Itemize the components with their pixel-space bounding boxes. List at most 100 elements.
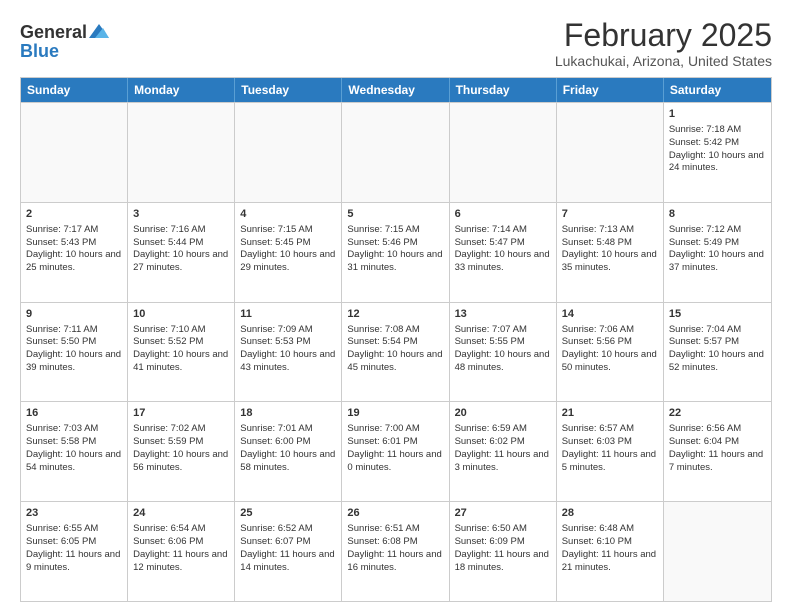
cal-day-empty: [450, 103, 557, 202]
day-info: Sunrise: 7:03 AM Sunset: 5:58 PM Dayligh…: [26, 423, 121, 472]
cal-day-21: 21 Sunrise: 6:57 AM Sunset: 6:03 PM Dayli…: [557, 402, 664, 501]
calendar-header: SundayMondayTuesdayWednesdayThursdayFrid…: [21, 78, 771, 102]
cal-day-empty: [342, 103, 449, 202]
cal-day-empty: [21, 103, 128, 202]
day-number: 22: [669, 406, 766, 421]
day-info: Sunrise: 7:10 AM Sunset: 5:52 PM Dayligh…: [133, 324, 228, 373]
day-info: Sunrise: 6:52 AM Sunset: 6:07 PM Dayligh…: [240, 523, 334, 572]
cal-day-25: 25 Sunrise: 6:52 AM Sunset: 6:07 PM Dayli…: [235, 502, 342, 601]
day-number: 13: [455, 307, 551, 322]
day-number: 7: [562, 207, 658, 222]
cal-day-1: 1Sunrise: 7:18 AM Sunset: 5:42 PM Daylig…: [664, 103, 771, 202]
cal-day-6: 6Sunrise: 7:14 AM Sunset: 5:47 PM Daylig…: [450, 203, 557, 302]
day-number: 3: [133, 207, 229, 222]
cal-day-5: 5Sunrise: 7:15 AM Sunset: 5:46 PM Daylig…: [342, 203, 449, 302]
cal-day-empty: [664, 502, 771, 601]
day-number: 10: [133, 307, 229, 322]
logo-blue: Blue: [20, 41, 59, 62]
cal-day-24: 24 Sunrise: 6:54 AM Sunset: 6:06 PM Dayli…: [128, 502, 235, 601]
day-number: 28: [562, 506, 658, 521]
day-info: Sunrise: 6:48 AM Sunset: 6:10 PM Dayligh…: [562, 523, 656, 572]
day-info: Sunrise: 7:01 AM Sunset: 6:00 PM Dayligh…: [240, 423, 335, 472]
cal-week-2: 2 Sunrise: 7:17 AM Sunset: 5:43 PM Daylig…: [21, 202, 771, 302]
day-info: Sunrise: 7:13 AM Sunset: 5:48 PM Dayligh…: [562, 224, 657, 273]
day-info: Sunrise: 7:00 AM Sunset: 6:01 PM Dayligh…: [347, 423, 441, 472]
cal-day-7: 7 Sunrise: 7:13 AM Sunset: 5:48 PM Daylig…: [557, 203, 664, 302]
day-number: 2: [26, 207, 122, 222]
cal-day-15: 15 Sunrise: 7:04 AM Sunset: 5:57 PM Dayli…: [664, 303, 771, 402]
day-info: Sunrise: 7:17 AM Sunset: 5:43 PM Dayligh…: [26, 224, 121, 273]
cal-day-9: 9 Sunrise: 7:11 AM Sunset: 5:50 PM Daylig…: [21, 303, 128, 402]
day-number: 14: [562, 307, 658, 322]
day-info: Sunrise: 7:07 AM Sunset: 5:55 PM Dayligh…: [455, 324, 550, 373]
day-number: 24: [133, 506, 229, 521]
day-number: 5: [347, 207, 443, 222]
title-block: February 2025 Lukachukai, Arizona, Unite…: [555, 18, 772, 69]
day-info: Sunrise: 6:54 AM Sunset: 6:06 PM Dayligh…: [133, 523, 227, 572]
day-number: 19: [347, 406, 443, 421]
day-info: Sunrise: 6:56 AM Sunset: 6:04 PM Dayligh…: [669, 423, 763, 472]
cal-day-8: 8 Sunrise: 7:12 AM Sunset: 5:49 PM Daylig…: [664, 203, 771, 302]
day-info: Sunrise: 6:50 AM Sunset: 6:09 PM Dayligh…: [455, 523, 549, 572]
day-info: Sunrise: 7:15 AM Sunset: 5:45 PM Dayligh…: [240, 224, 335, 273]
cal-header-thursday: Thursday: [450, 78, 557, 102]
cal-week-5: 23 Sunrise: 6:55 AM Sunset: 6:05 PM Dayli…: [21, 501, 771, 601]
day-info: Sunrise: 7:11 AM Sunset: 5:50 PM Dayligh…: [26, 324, 121, 373]
day-info: Sunrise: 7:02 AM Sunset: 5:59 PM Dayligh…: [133, 423, 228, 472]
day-number: 8: [669, 207, 766, 222]
cal-day-14: 14 Sunrise: 7:06 AM Sunset: 5:56 PM Dayli…: [557, 303, 664, 402]
day-info: Sunrise: 7:14 AM Sunset: 5:47 PM Dayligh…: [455, 224, 550, 273]
day-info: Sunrise: 7:06 AM Sunset: 5:56 PM Dayligh…: [562, 324, 657, 373]
cal-day-10: 10 Sunrise: 7:10 AM Sunset: 5:52 PM Dayli…: [128, 303, 235, 402]
day-number: 15: [669, 307, 766, 322]
cal-day-20: 20 Sunrise: 6:59 AM Sunset: 6:02 PM Dayli…: [450, 402, 557, 501]
cal-day-23: 23 Sunrise: 6:55 AM Sunset: 6:05 PM Dayli…: [21, 502, 128, 601]
cal-header-saturday: Saturday: [664, 78, 771, 102]
cal-header-wednesday: Wednesday: [342, 78, 449, 102]
day-info: Sunrise: 6:57 AM Sunset: 6:03 PM Dayligh…: [562, 423, 656, 472]
cal-week-3: 9 Sunrise: 7:11 AM Sunset: 5:50 PM Daylig…: [21, 302, 771, 402]
day-number: 9: [26, 307, 122, 322]
logo: General Blue: [20, 22, 109, 62]
day-info: Sunrise: 6:55 AM Sunset: 6:05 PM Dayligh…: [26, 523, 120, 572]
day-info: Sunrise: 6:59 AM Sunset: 6:02 PM Dayligh…: [455, 423, 549, 472]
cal-day-28: 28 Sunrise: 6:48 AM Sunset: 6:10 PM Dayli…: [557, 502, 664, 601]
day-info: Sunrise: 7:16 AM Sunset: 5:44 PM Dayligh…: [133, 224, 228, 273]
day-number: 27: [455, 506, 551, 521]
cal-header-tuesday: Tuesday: [235, 78, 342, 102]
logo-icon: [89, 24, 109, 40]
cal-day-27: 27 Sunrise: 6:50 AM Sunset: 6:09 PM Dayli…: [450, 502, 557, 601]
cal-week-1: 1Sunrise: 7:18 AM Sunset: 5:42 PM Daylig…: [21, 102, 771, 202]
cal-day-26: 26Sunrise: 6:51 AM Sunset: 6:08 PM Dayli…: [342, 502, 449, 601]
day-number: 23: [26, 506, 122, 521]
calendar: SundayMondayTuesdayWednesdayThursdayFrid…: [20, 77, 772, 602]
cal-day-11: 11 Sunrise: 7:09 AM Sunset: 5:53 PM Dayli…: [235, 303, 342, 402]
day-number: 20: [455, 406, 551, 421]
day-info: Sunrise: 7:04 AM Sunset: 5:57 PM Dayligh…: [669, 324, 764, 373]
day-number: 16: [26, 406, 122, 421]
cal-day-22: 22 Sunrise: 6:56 AM Sunset: 6:04 PM Dayli…: [664, 402, 771, 501]
day-info: Sunrise: 7:09 AM Sunset: 5:53 PM Dayligh…: [240, 324, 335, 373]
month-title: February 2025: [555, 18, 772, 53]
cal-day-empty: [128, 103, 235, 202]
cal-day-empty: [235, 103, 342, 202]
day-number: 11: [240, 307, 336, 322]
cal-day-3: 3 Sunrise: 7:16 AM Sunset: 5:44 PM Daylig…: [128, 203, 235, 302]
cal-day-18: 18 Sunrise: 7:01 AM Sunset: 6:00 PM Dayli…: [235, 402, 342, 501]
day-number: 21: [562, 406, 658, 421]
location-title: Lukachukai, Arizona, United States: [555, 53, 772, 69]
day-info: Sunrise: 7:12 AM Sunset: 5:49 PM Dayligh…: [669, 224, 764, 273]
cal-header-friday: Friday: [557, 78, 664, 102]
day-number: 26: [347, 506, 443, 521]
cal-day-13: 13 Sunrise: 7:07 AM Sunset: 5:55 PM Dayli…: [450, 303, 557, 402]
cal-day-17: 17Sunrise: 7:02 AM Sunset: 5:59 PM Dayli…: [128, 402, 235, 501]
cal-day-12: 12Sunrise: 7:08 AM Sunset: 5:54 PM Dayli…: [342, 303, 449, 402]
day-number: 1: [669, 107, 766, 122]
page: General Blue February 2025 Lukachukai, A…: [0, 0, 792, 612]
cal-header-sunday: Sunday: [21, 78, 128, 102]
cal-header-monday: Monday: [128, 78, 235, 102]
logo-general: General: [20, 22, 87, 43]
day-number: 25: [240, 506, 336, 521]
day-number: 18: [240, 406, 336, 421]
day-number: 12: [347, 307, 443, 322]
